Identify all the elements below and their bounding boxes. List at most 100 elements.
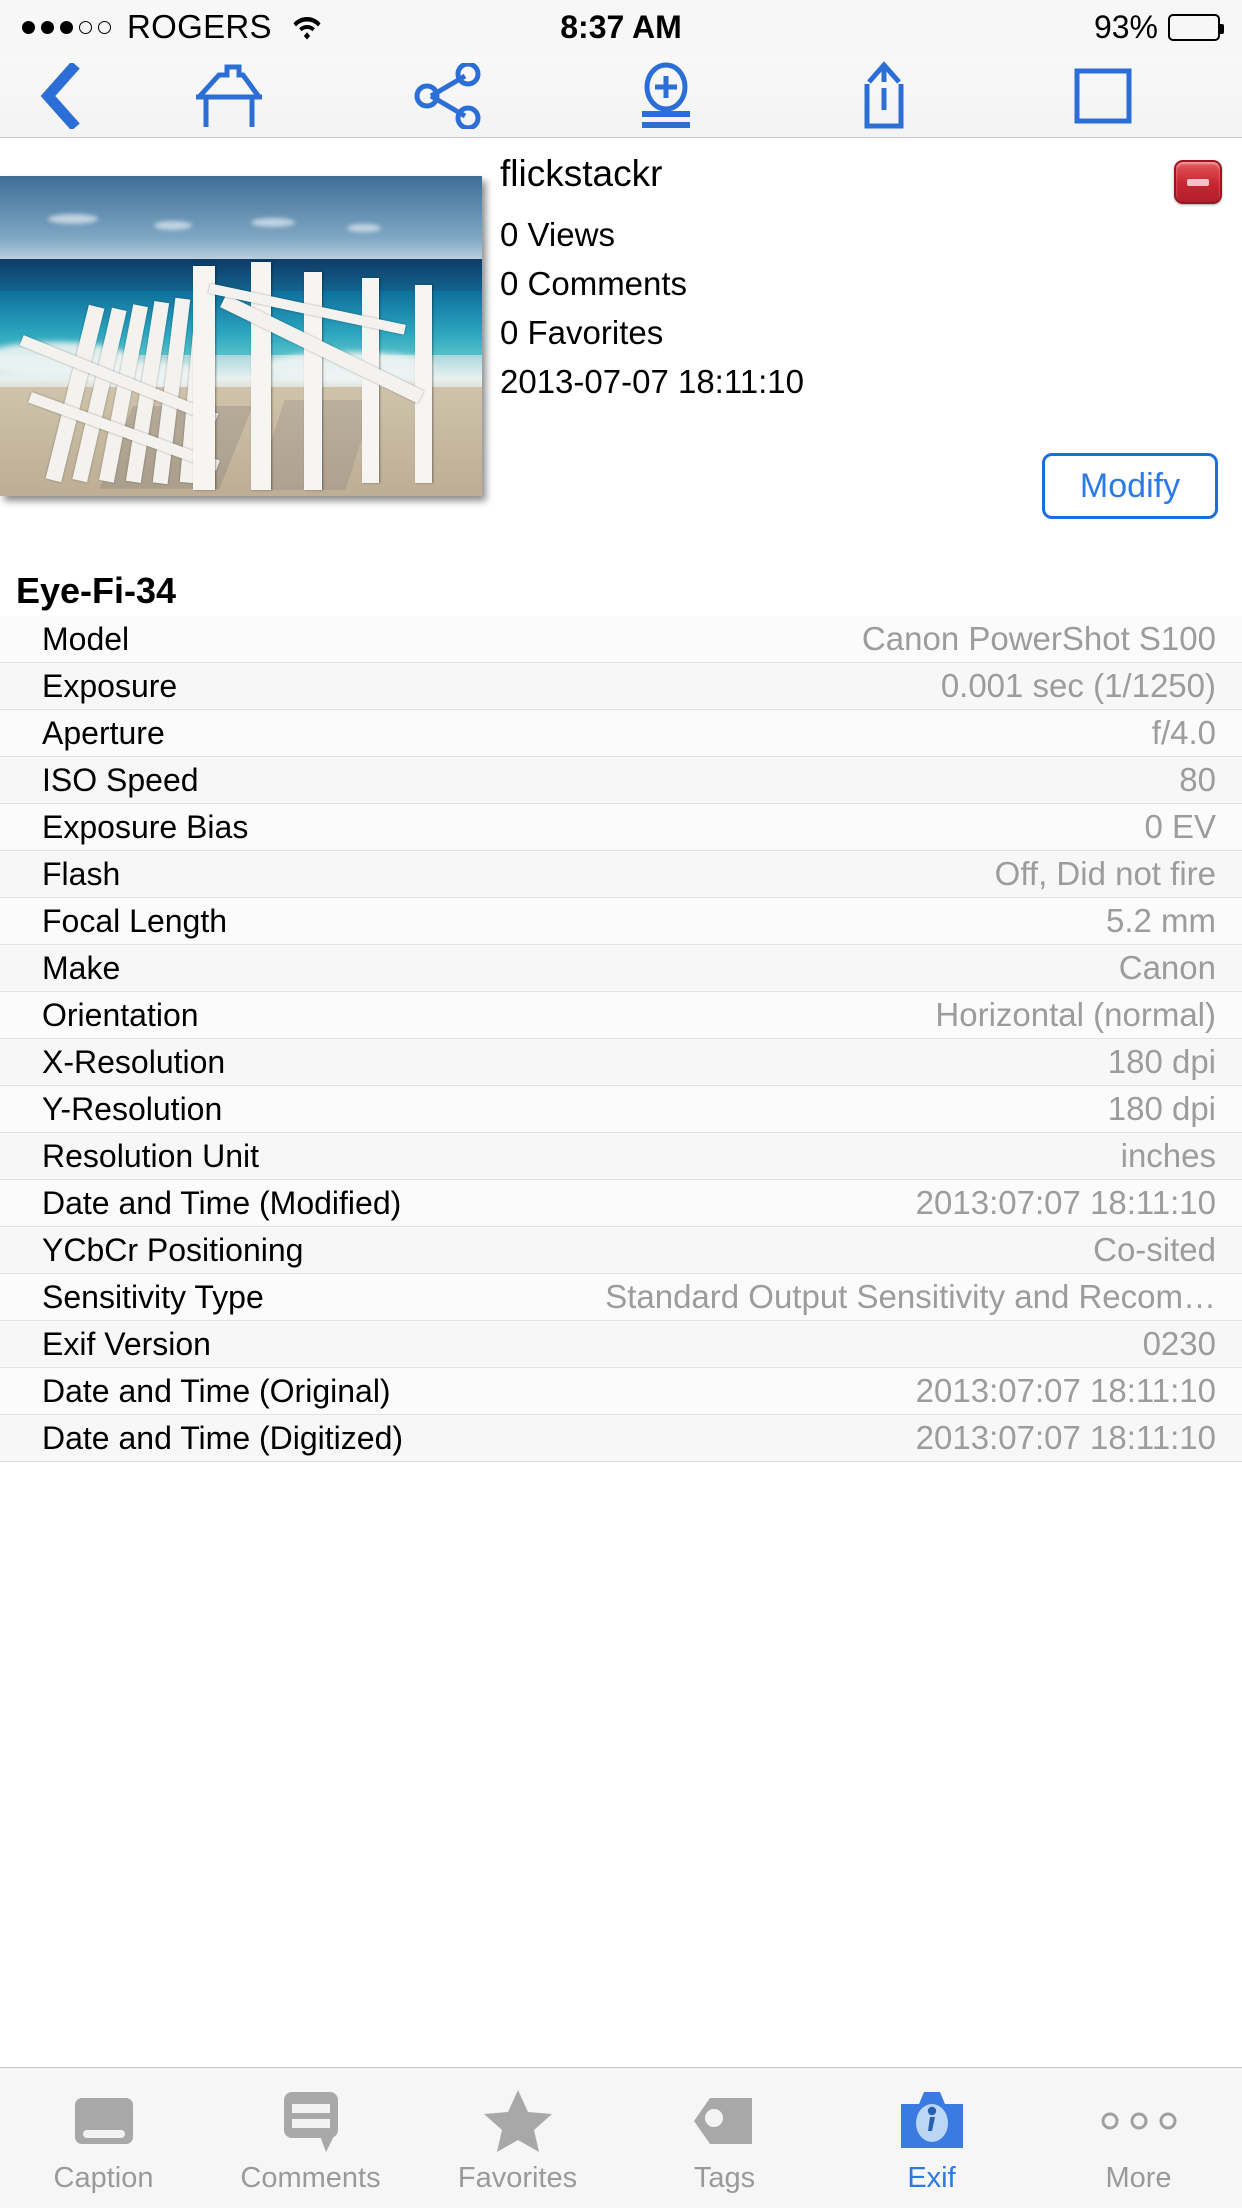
exif-value: 2013:07:07 18:11:10: [915, 1184, 1216, 1221]
table-row[interactable]: YCbCr Positioning Co-sited: [0, 1227, 1242, 1274]
share-upload-icon: [864, 60, 904, 128]
exif-value: 0.001 sec (1/1250): [940, 667, 1216, 704]
tab-label: Comments: [240, 2162, 381, 2194]
beach-fence-photo: [0, 176, 482, 496]
table-row[interactable]: Exif Version 0230: [0, 1321, 1242, 1368]
table-row[interactable]: Make Canon: [0, 945, 1242, 992]
back-button[interactable]: [0, 62, 120, 129]
status-bar-right: 93%: [1093, 8, 1224, 46]
exif-key: Focal Length: [42, 902, 228, 939]
exif-key: Flash: [42, 855, 121, 892]
exif-value: Canon PowerShot S100: [861, 620, 1216, 657]
wifi-icon: [292, 14, 322, 40]
share-graph-button[interactable]: [393, 56, 503, 136]
exif-key: Aperture: [42, 714, 165, 751]
signal-dot: [98, 20, 111, 34]
exif-value: inches: [1120, 1137, 1216, 1174]
home-button[interactable]: [174, 56, 284, 136]
exif-key: Exposure: [42, 667, 178, 704]
photo-owner: flickstackr: [500, 153, 663, 194]
exif-key: Model: [42, 620, 130, 657]
table-row[interactable]: Date and Time (Original) 2013:07:07 18:11…: [0, 1368, 1242, 1415]
tab-favorites[interactable]: Favorites: [414, 2068, 621, 2208]
tab-label: Caption: [53, 2162, 154, 2194]
exif-key: YCbCr Positioning: [42, 1231, 304, 1268]
table-row[interactable]: Orientation Horizontal (normal): [0, 992, 1242, 1039]
exif-key: Date and Time (Modified): [42, 1184, 402, 1221]
exif-key: Y-Resolution: [42, 1090, 223, 1127]
modify-button[interactable]: Modify: [1042, 453, 1218, 519]
bottom-tab-bar: Caption Comments Favorites Tags Exif Mor…: [0, 2067, 1242, 2208]
comments-count: 0 Comments: [500, 264, 688, 302]
exif-table[interactable]: Model Canon PowerShot S100 Exposure 0.001 s…: [0, 616, 1242, 2071]
rectangle-icon: [1074, 68, 1132, 123]
table-row[interactable]: Model Canon PowerShot S100: [0, 616, 1242, 663]
exif-value: Canon: [1118, 949, 1216, 986]
exif-value: Off, Did not fire: [994, 855, 1216, 892]
exif-key: Date and Time (Original): [42, 1372, 391, 1409]
exif-value: 2013:07:07 18:11:10: [915, 1419, 1216, 1456]
comment-bubble-icon: [278, 2084, 344, 2158]
table-row[interactable]: Resolution Unit inches: [0, 1133, 1242, 1180]
home-icon: [196, 64, 263, 127]
table-row[interactable]: ISO Speed 80: [0, 757, 1242, 804]
exif-key: Sensitivity Type: [42, 1278, 264, 1315]
exif-value: f/4.0: [1151, 714, 1216, 751]
battery-icon: [1168, 13, 1224, 41]
star-icon: [483, 2084, 553, 2158]
fullscreen-button[interactable]: [1048, 56, 1158, 136]
table-row[interactable]: Sensitivity Type Standard Output Sensitiv…: [0, 1274, 1242, 1321]
exif-key: Orientation: [42, 996, 199, 1033]
status-bar-left: ROGERS: [22, 8, 322, 46]
table-row[interactable]: Flash Off, Did not fire: [0, 851, 1242, 898]
exif-value: Co-sited: [1093, 1231, 1216, 1268]
date-taken: 2013-07-07 18:11:10: [500, 363, 804, 401]
exif-key: Date and Time (Digitized): [42, 1419, 404, 1456]
exif-value: 2013:07:07 18:11:10: [915, 1372, 1216, 1409]
add-to-set-button[interactable]: [611, 56, 721, 136]
tab-label: Exif: [907, 2162, 956, 2194]
table-row[interactable]: Date and Time (Modified) 2013:07:07 18:11…: [0, 1180, 1242, 1227]
signal-dot: [79, 20, 92, 34]
photo-meta: flickstackr 0 Views 0 Comments 0 Favorit…: [500, 153, 1222, 412]
top-toolbar: [0, 54, 1242, 138]
exif-key: Resolution Unit: [42, 1137, 259, 1174]
table-row[interactable]: Y-Resolution 180 dpi: [0, 1086, 1242, 1133]
tab-caption[interactable]: Caption: [0, 2068, 207, 2208]
tab-tags[interactable]: Tags: [621, 2068, 828, 2208]
exif-key: Exposure Bias: [42, 808, 249, 845]
signal-dot: [41, 20, 54, 34]
table-row[interactable]: X-Resolution 180 dpi: [0, 1039, 1242, 1086]
table-row[interactable]: Aperture f/4.0: [0, 710, 1242, 757]
exif-value: 180 dpi: [1107, 1090, 1216, 1127]
battery-percentage: 93%: [1093, 8, 1158, 45]
tab-more[interactable]: More: [1035, 2068, 1242, 2208]
table-row[interactable]: Date and Time (Digitized) 2013:07:07 18:1…: [0, 1415, 1242, 1462]
photo-header: flickstackr 0 Views 0 Comments 0 Favorit…: [0, 138, 1242, 558]
views-count: 0 Views: [500, 215, 615, 253]
tab-exif[interactable]: Exif: [828, 2068, 1035, 2208]
favorites-count: 0 Favorites: [500, 314, 664, 352]
exif-value: 180 dpi: [1107, 1043, 1216, 1080]
exif-value: 80: [1179, 761, 1216, 798]
table-row[interactable]: Exposure Bias 0 EV: [0, 804, 1242, 851]
camera-info-icon: [897, 2084, 967, 2158]
toolbar-buttons: [120, 56, 1242, 136]
exif-key: ISO Speed: [42, 761, 199, 798]
table-row[interactable]: Exposure 0.001 sec (1/1250): [0, 663, 1242, 710]
tag-icon: [692, 2084, 758, 2158]
share-nodes-icon: [414, 62, 481, 129]
remove-badge-icon[interactable]: [1174, 160, 1222, 204]
chevron-left-icon: [40, 62, 80, 129]
status-bar: ROGERS 8:37 AM 93%: [0, 0, 1242, 54]
exif-value: 0230: [1142, 1325, 1216, 1362]
exif-value: 5.2 mm: [1105, 902, 1216, 939]
tab-comments[interactable]: Comments: [207, 2068, 414, 2208]
ellipsis-icon: [1100, 2084, 1178, 2158]
table-row[interactable]: Focal Length 5.2 mm: [0, 898, 1242, 945]
exif-key: Make: [42, 949, 121, 986]
export-button[interactable]: [829, 56, 939, 136]
tab-label: More: [1105, 2162, 1172, 2194]
signal-dot: [60, 20, 73, 34]
photo-thumbnail[interactable]: [0, 176, 482, 496]
